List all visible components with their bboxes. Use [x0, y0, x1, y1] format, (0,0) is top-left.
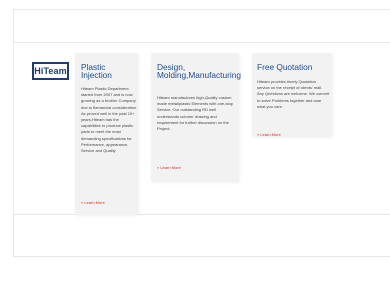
service-card-design-molding: Design, Molding,Manufacturing Hiteam man… [151, 53, 241, 182]
service-card-plastic-injection: Plastic Injection Hiteam Plastic Departm… [75, 53, 138, 215]
card-title: Plastic Injection [81, 62, 112, 80]
learn-more-link[interactable]: » Learn More [81, 200, 105, 205]
learn-more-link[interactable]: » Learn More [157, 165, 181, 170]
footer-divider [13, 256, 390, 257]
card-body: Hiteam provides timely Quotation service… [257, 79, 329, 109]
card-title: Design, Molding,Manufacturing [157, 62, 241, 80]
card-body: Hiteam manufactures high-Quality custom … [157, 95, 234, 132]
learn-more-link[interactable]: » Learn More [257, 132, 281, 137]
card-title: Free Quotation [257, 62, 313, 72]
card-body: Hiteam Plastic Department started from 2… [81, 86, 138, 154]
top-frame [13, 9, 390, 43]
hiteam-logo[interactable]: HiTeam [32, 62, 69, 80]
footer-left-line [13, 214, 14, 257]
section-divider [13, 214, 390, 215]
service-card-free-quotation: Free Quotation Hiteam provides timely Qu… [252, 53, 332, 137]
left-frame-line [13, 43, 14, 214]
